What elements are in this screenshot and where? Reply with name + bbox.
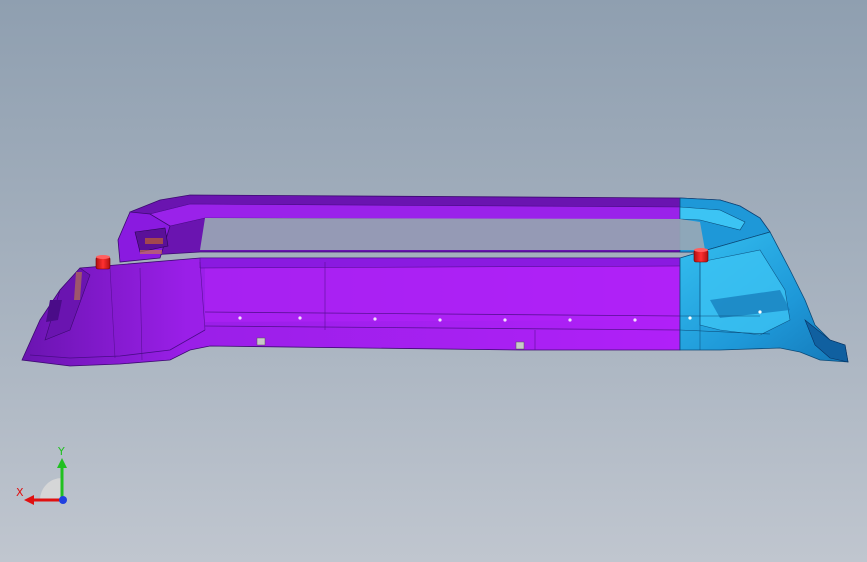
y-arrow-head — [57, 458, 67, 468]
cad-viewport[interactable]: Y X — [0, 0, 867, 562]
red-marker-right — [693, 248, 709, 263]
y-axis-label: Y — [57, 445, 65, 458]
x-arrow-head — [24, 495, 34, 505]
cad-model-canvas[interactable]: Y X — [0, 0, 867, 562]
frame-opening — [200, 218, 705, 250]
red-marker-left — [95, 255, 111, 270]
triad-plane — [40, 478, 62, 500]
z-axis-dot — [59, 496, 67, 504]
axis-triad: Y X — [16, 445, 67, 505]
main-side-panel — [21, 257, 681, 367]
x-axis-label: X — [16, 486, 24, 499]
